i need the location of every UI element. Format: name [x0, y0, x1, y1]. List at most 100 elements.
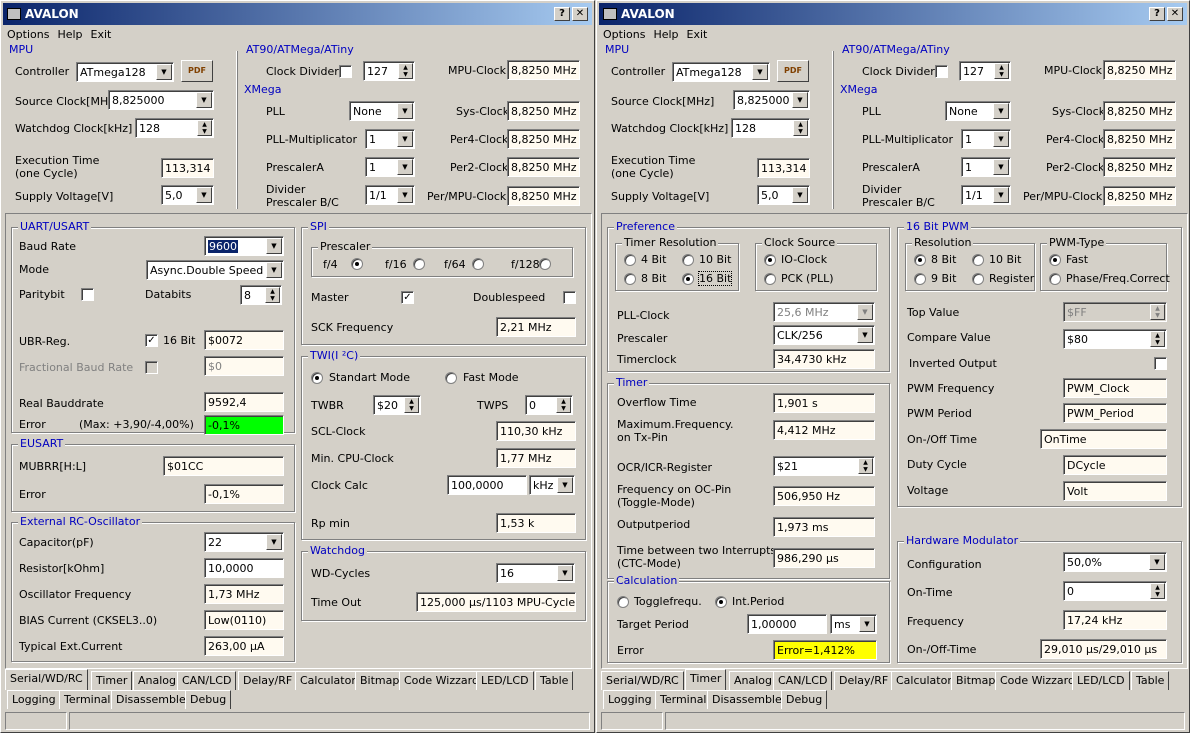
tab-serial[interactable]: Serial/WD/RC	[5, 669, 88, 690]
pll-clock-select[interactable]: 25,6 MHz ▼	[773, 302, 875, 322]
source-clock-select[interactable]: 8,825000 ▼	[733, 90, 810, 110]
compare-spin[interactable]: $80 ▲ ▼	[1063, 329, 1167, 349]
togglefreq-radio[interactable]	[617, 596, 629, 608]
menu-options[interactable]: Options	[3, 25, 53, 41]
close-button[interactable]: ✕	[572, 7, 588, 21]
spin-arrows-icon[interactable]: ▲ ▼	[197, 120, 212, 136]
clock-divider-spin[interactable]: 127 ▲ ▼	[959, 61, 1011, 81]
pwm-register-radio[interactable]	[972, 273, 984, 285]
tab-calculator[interactable]: Calculator	[891, 671, 957, 690]
tab-terminal[interactable]: Terminal	[59, 690, 116, 709]
tab-delay-rf[interactable]: Delay/RF	[834, 671, 894, 690]
pll-mult-select[interactable]: 1 ▼	[365, 129, 415, 149]
clock-divider-spin[interactable]: 127 ▲ ▼	[363, 61, 415, 81]
master-checkbox[interactable]: ✓	[401, 291, 414, 304]
menu-help[interactable]: Help	[649, 25, 682, 41]
source-clock-select[interactable]: 8,825000 ▼	[108, 90, 214, 110]
tab-table[interactable]: Table	[1131, 671, 1170, 690]
res-4bit-radio[interactable]	[624, 254, 636, 266]
tab-terminal[interactable]: Terminal	[655, 690, 712, 709]
tab-can-lcd[interactable]: CAN/LCD	[177, 671, 237, 690]
controller-select[interactable]: ATmega128 ▼	[672, 62, 770, 82]
ontime-spin[interactable]: 0 ▲ ▼	[1063, 581, 1167, 601]
tab-can-lcd[interactable]: CAN/LCD	[773, 671, 833, 690]
pwm-fast-radio[interactable]	[1049, 254, 1061, 266]
help-button[interactable]: ?	[1149, 7, 1165, 21]
clock-calc-unit-select[interactable]: kHz ▼	[529, 475, 575, 495]
tab-code-wizzard[interactable]: Code Wizzard	[399, 671, 484, 690]
pwm-phase-radio[interactable]	[1049, 273, 1061, 285]
twbr-spin[interactable]: $20 ▲ ▼	[373, 395, 421, 415]
twps-spin[interactable]: 0 ▲ ▼	[525, 395, 573, 415]
pwm-8bit-radio[interactable]	[914, 254, 926, 266]
watchdog-clock-spin[interactable]: 128 ▲ ▼	[135, 118, 214, 138]
menu-exit[interactable]: Exit	[683, 25, 712, 41]
menu-exit[interactable]: Exit	[87, 25, 116, 41]
spi-f4-radio[interactable]	[351, 258, 363, 270]
tab-bitmap[interactable]: Bitmap	[951, 671, 1001, 690]
menu-options[interactable]: Options	[599, 25, 649, 41]
spin-arrows-icon[interactable]: ▲ ▼	[398, 63, 413, 79]
wd-cycles-select[interactable]: 16 ▼	[496, 563, 575, 583]
pll-select[interactable]: None ▼	[349, 101, 415, 121]
tab-logging[interactable]: Logging	[603, 690, 657, 709]
pwm-9bit-radio[interactable]	[914, 273, 926, 285]
divider-select[interactable]: 1/1 ▼	[365, 185, 415, 205]
res-input[interactable]: 10,0000	[204, 558, 284, 578]
spin-arrows-icon[interactable]: ▲ ▼	[404, 397, 419, 413]
pdf-button[interactable]: PDF	[777, 60, 809, 82]
spin-arrows-icon[interactable]: ▲ ▼	[265, 287, 280, 303]
spin-arrows-icon[interactable]: ▲ ▼	[994, 63, 1009, 79]
target-unit-select[interactable]: ms ▼	[830, 614, 877, 634]
tab-debug[interactable]: Debug	[781, 690, 828, 709]
spin-arrows-icon[interactable]: ▲ ▼	[858, 458, 873, 474]
prescalerA-select[interactable]: 1 ▼	[365, 157, 415, 177]
tab-calculator[interactable]: Calculator	[295, 671, 361, 690]
intperiod-radio[interactable]	[715, 596, 727, 608]
tab-code-wizzard[interactable]: Code Wizzard	[995, 671, 1080, 690]
spi-f16-radio[interactable]	[413, 258, 425, 270]
mode-select[interactable]: Async.Double Speed ▼	[146, 260, 284, 280]
clock-divider-checkbox[interactable]	[339, 65, 352, 78]
src-pck-radio[interactable]	[764, 273, 776, 285]
res-10bit-radio[interactable]	[682, 254, 694, 266]
spin-arrows-icon[interactable]: ▲ ▼	[1150, 304, 1165, 320]
supply-select[interactable]: 5,0 ▼	[161, 185, 214, 205]
res-8bit-radio[interactable]	[624, 273, 636, 285]
spi-f128-radio[interactable]	[539, 258, 551, 270]
src-io-radio[interactable]	[764, 254, 776, 266]
divider-select[interactable]: 1/1 ▼	[961, 185, 1011, 205]
controller-select[interactable]: ATmega128 ▼	[76, 62, 174, 82]
clock-divider-checkbox[interactable]	[935, 65, 948, 78]
cap-select[interactable]: 22 ▼	[204, 532, 284, 552]
tab-timer[interactable]: Timer	[685, 669, 727, 690]
spin-arrows-icon[interactable]: ▲ ▼	[1150, 583, 1165, 599]
pwm-10bit-radio[interactable]	[972, 254, 984, 266]
databits-spin[interactable]: 8 ▲ ▼	[240, 285, 282, 305]
top-value-spin[interactable]: $FF ▲ ▼	[1063, 302, 1167, 322]
tab-delay-rf[interactable]: Delay/RF	[238, 671, 298, 690]
tab-bitmap[interactable]: Bitmap	[355, 671, 405, 690]
ocr-spin[interactable]: $21 ▲ ▼	[773, 456, 875, 476]
res-16bit-radio[interactable]	[682, 273, 694, 285]
pdf-button[interactable]: PDF	[181, 60, 213, 82]
spi-f64-radio[interactable]	[472, 258, 484, 270]
pll-mult-select[interactable]: 1 ▼	[961, 129, 1011, 149]
bit16-checkbox[interactable]: ✓	[145, 334, 158, 347]
pll-select[interactable]: None ▼	[945, 101, 1011, 121]
watchdog-clock-spin[interactable]: 128 ▲ ▼	[731, 118, 810, 138]
tab-analog[interactable]: Analog	[729, 671, 778, 690]
tab-analog[interactable]: Analog	[133, 671, 182, 690]
tab-logging[interactable]: Logging	[7, 690, 61, 709]
supply-select[interactable]: 5,0 ▼	[757, 185, 810, 205]
close-button[interactable]: ✕	[1167, 7, 1183, 21]
parity-checkbox[interactable]	[81, 288, 94, 301]
doublespeed-checkbox[interactable]	[563, 291, 576, 304]
tab-debug[interactable]: Debug	[185, 690, 232, 709]
help-button[interactable]: ?	[554, 7, 570, 21]
frac-checkbox[interactable]	[145, 361, 158, 374]
menu-help[interactable]: Help	[53, 25, 86, 41]
prescalerA-select[interactable]: 1 ▼	[961, 157, 1011, 177]
target-period-input[interactable]: 1,00000	[747, 614, 827, 634]
tab-disassembler[interactable]: Disassembler	[111, 690, 196, 709]
